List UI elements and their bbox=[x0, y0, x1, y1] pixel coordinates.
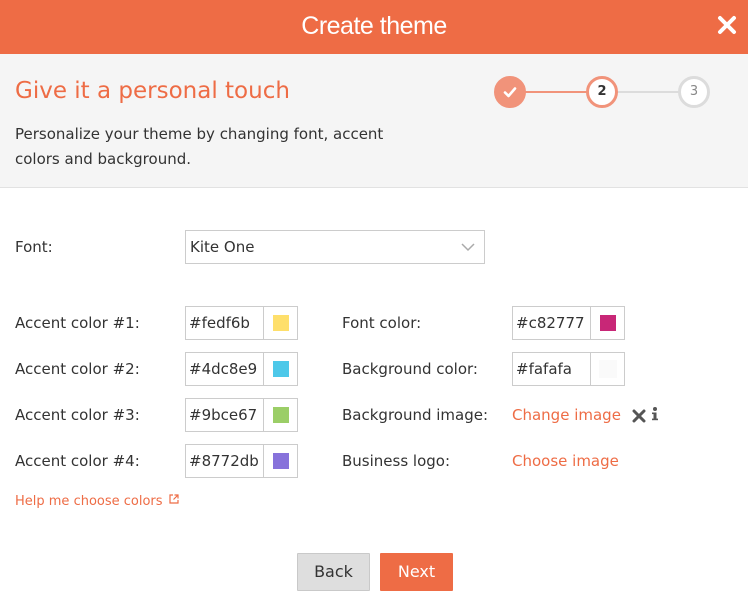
remove-image-icon[interactable] bbox=[632, 408, 646, 423]
back-button[interactable]: Back bbox=[297, 553, 370, 591]
step-2-current: 2 bbox=[586, 76, 618, 108]
modal-header: Create theme bbox=[0, 0, 748, 54]
step-1-completed bbox=[494, 76, 526, 108]
accent-color-2-label: Accent color #2: bbox=[15, 360, 140, 378]
page-description: Personalize your theme by changing font,… bbox=[15, 125, 384, 168]
background-image-label: Background image: bbox=[342, 406, 489, 424]
accent-color-2-field: #4dc8e9 bbox=[185, 352, 298, 386]
accent-color-4-field: #8772db bbox=[185, 444, 298, 478]
font-color-field: #c82777 bbox=[512, 306, 625, 340]
accent-color-4-label: Accent color #4: bbox=[15, 452, 140, 470]
accent-color-4-input[interactable]: #8772db bbox=[186, 445, 264, 477]
accent-color-3-picker[interactable] bbox=[264, 399, 298, 431]
font-color-picker[interactable] bbox=[591, 307, 625, 339]
accent-color-1-label: Accent color #1: bbox=[15, 314, 140, 332]
help-choose-colors-link[interactable]: Help me choose colors bbox=[15, 494, 179, 509]
step-3-upcoming: 3 bbox=[678, 76, 710, 108]
font-select-value: Kite One bbox=[190, 238, 255, 256]
accent-color-2-swatch bbox=[273, 361, 289, 377]
accent-color-3-input[interactable]: #9bce67 bbox=[186, 399, 264, 431]
background-color-swatch bbox=[599, 360, 617, 378]
background-color-picker[interactable] bbox=[591, 353, 625, 385]
accent-color-2-input[interactable]: #4dc8e9 bbox=[186, 353, 264, 385]
page-title: Give it a personal touch bbox=[15, 78, 290, 104]
accent-color-4-picker[interactable] bbox=[264, 445, 298, 477]
change-image-link[interactable]: Change image bbox=[512, 406, 621, 424]
font-color-input[interactable]: #c82777 bbox=[513, 307, 591, 339]
accent-color-3-field: #9bce67 bbox=[185, 398, 298, 432]
modal-title: Create theme bbox=[301, 12, 447, 40]
help-link-label: Help me choose colors bbox=[15, 494, 163, 509]
accent-color-1-picker[interactable] bbox=[264, 307, 298, 339]
external-link-icon bbox=[169, 494, 179, 504]
info-icon[interactable] bbox=[651, 406, 659, 422]
background-color-label: Background color: bbox=[342, 360, 478, 378]
accent-color-2-picker[interactable] bbox=[264, 353, 298, 385]
intro-panel: Give it a personal touch Personalize you… bbox=[0, 54, 748, 188]
accent-color-1-field: #fedf6b bbox=[185, 306, 298, 340]
font-color-label: Font color: bbox=[342, 314, 422, 332]
progress-stepper: 2 3 bbox=[494, 74, 714, 110]
step-connector-pending bbox=[616, 91, 682, 93]
checkmark-icon bbox=[503, 87, 517, 98]
accent-color-3-label: Accent color #3: bbox=[15, 406, 140, 424]
choose-image-link[interactable]: Choose image bbox=[512, 452, 619, 470]
font-label: Font: bbox=[15, 238, 53, 256]
chevron-down-icon bbox=[461, 243, 475, 252]
accent-color-1-input[interactable]: #fedf6b bbox=[186, 307, 264, 339]
font-select[interactable]: Kite One bbox=[185, 230, 485, 264]
accent-color-4-swatch bbox=[273, 453, 289, 469]
business-logo-label: Business logo: bbox=[342, 452, 451, 470]
next-button[interactable]: Next bbox=[380, 553, 453, 591]
accent-color-3-swatch bbox=[273, 407, 289, 423]
close-icon[interactable] bbox=[716, 14, 738, 36]
background-color-field: #fafafa bbox=[512, 352, 625, 386]
background-color-input[interactable]: #fafafa bbox=[513, 353, 591, 385]
step-connector-done bbox=[524, 91, 590, 93]
accent-color-1-swatch bbox=[273, 315, 289, 331]
font-color-swatch bbox=[600, 315, 616, 331]
